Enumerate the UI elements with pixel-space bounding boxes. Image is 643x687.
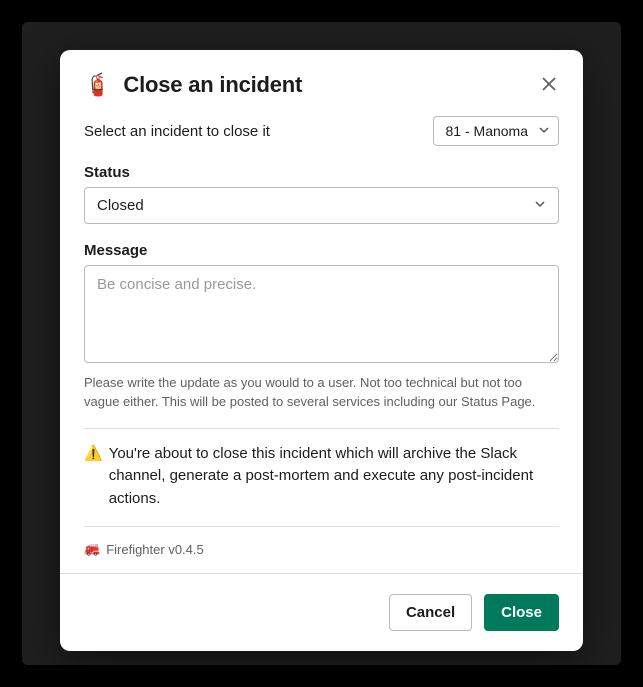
divider	[84, 428, 559, 429]
app-meta: 🚒 Firefighter v0.4.5	[84, 541, 559, 557]
fire-extinguisher-icon: 🧯	[84, 72, 111, 98]
status-select[interactable]: Closed	[84, 187, 559, 224]
close-icon[interactable]	[537, 72, 561, 96]
modal-footer: Cancel Close	[60, 573, 583, 651]
modal-title: Close an incident	[123, 72, 302, 98]
intro-row: Select an incident to close it 81 - Mano…	[84, 116, 559, 146]
status-label: Status	[84, 164, 559, 181]
message-helper-text: Please write the update as you would to …	[84, 374, 559, 412]
close-button[interactable]: Close	[484, 594, 559, 631]
close-incident-modal: 🧯 Close an incident Select an incident t…	[60, 50, 583, 651]
status-select-value: Closed	[97, 197, 144, 214]
warning-row: ⚠️ You're about to close this incident w…	[84, 443, 559, 511]
intro-text: Select an incident to close it	[84, 123, 270, 140]
message-label: Message	[84, 242, 559, 259]
warning-icon: ⚠️	[84, 443, 103, 511]
incident-select-value: 81 - Manoma	[446, 123, 528, 139]
cancel-button[interactable]: Cancel	[389, 594, 472, 631]
firetruck-icon: 🚒	[84, 541, 100, 557]
modal-header: 🧯 Close an incident	[60, 50, 583, 116]
warning-text: You're about to close this incident whic…	[109, 443, 559, 511]
app-meta-text: Firefighter v0.4.5	[106, 542, 204, 557]
divider	[84, 526, 559, 527]
incident-select[interactable]: 81 - Manoma	[433, 116, 559, 146]
chevron-down-icon	[534, 197, 546, 214]
message-textarea[interactable]	[84, 265, 559, 363]
chevron-down-icon	[538, 123, 550, 139]
modal-body: Select an incident to close it 81 - Mano…	[60, 116, 583, 573]
